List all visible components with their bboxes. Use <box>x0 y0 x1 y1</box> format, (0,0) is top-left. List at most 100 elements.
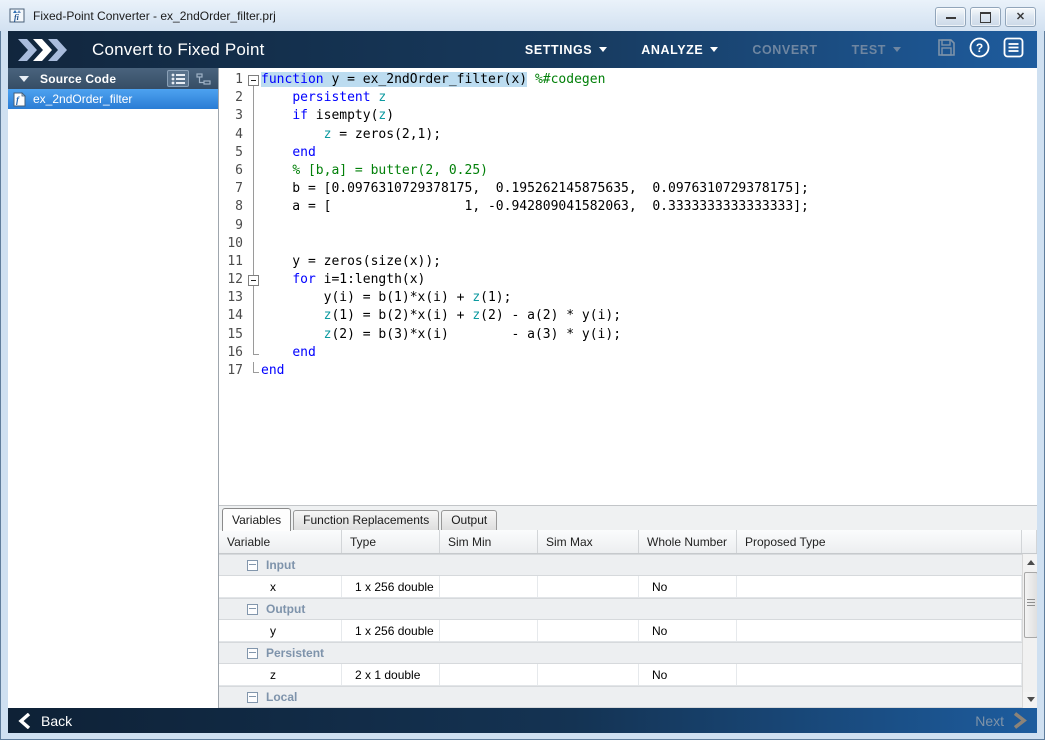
scrollbar-thumb[interactable] <box>1024 572 1037 638</box>
code-line[interactable]: 7 b = [0.0976310729378175, 0.19526214587… <box>219 180 1037 198</box>
code-line[interactable]: 17end <box>219 362 1037 380</box>
code-line[interactable]: 8 a = [ 1, -0.942809041582063, 0.3333333… <box>219 198 1037 216</box>
menu-icon[interactable] <box>1003 37 1024 63</box>
menu-analyze[interactable]: ANALYZE <box>641 43 718 57</box>
cell-proposed-type[interactable] <box>737 620 1022 641</box>
collapse-caret-icon[interactable] <box>19 76 29 82</box>
collapse-group-icon[interactable] <box>247 648 258 659</box>
fold-margin <box>246 180 261 198</box>
window-controls: ✕ <box>935 7 1036 27</box>
cell-type[interactable]: 1 x 256 double <box>342 620 440 641</box>
line-number: 17 <box>219 362 246 380</box>
cell-proposed-type[interactable] <box>737 664 1022 685</box>
cell-sim-max[interactable] <box>538 620 639 641</box>
collapse-group-icon[interactable] <box>247 692 258 703</box>
cell-value: No <box>639 668 667 682</box>
code-line[interactable]: 11 y = zeros(size(x)); <box>219 253 1037 271</box>
cell-whole-number[interactable]: No <box>639 576 737 597</box>
fold-margin <box>246 235 261 253</box>
cell-type[interactable]: 1 x 256 double <box>342 576 440 597</box>
code-line[interactable]: 12 for i=1:length(x) <box>219 271 1037 289</box>
group-row-persistent[interactable]: Persistent <box>219 642 1022 664</box>
sidebar-item-source-file[interactable]: f ex_2ndOrder_filter <box>8 89 218 109</box>
tree-view-button[interactable] <box>192 70 214 87</box>
collapse-group-icon[interactable] <box>247 604 258 615</box>
chevron-down-icon <box>710 47 718 52</box>
column-header-whole-number[interactable]: Whole Number <box>639 530 737 553</box>
group-row-input[interactable]: Input <box>219 554 1022 576</box>
cell-value: x <box>270 580 276 594</box>
cell-sim-min[interactable] <box>440 664 538 685</box>
cell-sim-min[interactable] <box>440 576 538 597</box>
cell-type[interactable]: 2 x 1 double <box>342 664 440 685</box>
column-header-type[interactable]: Type <box>342 530 440 553</box>
back-button[interactable]: Back <box>18 713 72 729</box>
line-number: 16 <box>219 344 246 362</box>
code-line[interactable]: 15 z(2) = b(3)*x(i) - a(3) * y(i); <box>219 326 1037 344</box>
fold-toggle-icon[interactable] <box>246 71 261 89</box>
menu-test: TEST <box>852 43 901 57</box>
minimize-icon <box>946 17 956 19</box>
table-row-z[interactable]: z2 x 1 double No <box>219 664 1022 686</box>
tab-output[interactable]: Output <box>441 510 497 530</box>
scroll-up-button[interactable] <box>1023 555 1037 570</box>
line-number: 2 <box>219 89 246 107</box>
fold-margin <box>246 144 261 162</box>
tab-variables[interactable]: Variables <box>222 508 291 531</box>
column-header-sim-max[interactable]: Sim Max <box>538 530 639 553</box>
code-line[interactable]: 14 z(1) = b(2)*x(i) + z(2) - a(2) * y(i)… <box>219 307 1037 325</box>
collapse-group-icon[interactable] <box>247 560 258 571</box>
panel-tabs: VariablesFunction ReplacementsOutput <box>219 505 1037 530</box>
cell-variable[interactable]: y <box>219 620 342 641</box>
group-row-output[interactable]: Output <box>219 598 1022 620</box>
cell-variable[interactable]: x <box>219 576 342 597</box>
code-text: b = [0.0976310729378175, 0.1952621458756… <box>261 180 809 198</box>
tab-function-replacements[interactable]: Function Replacements <box>293 510 439 530</box>
code-line[interactable]: 10 <box>219 235 1037 253</box>
code-line[interactable]: 13 y(i) = b(1)*x(i) + z(1); <box>219 289 1037 307</box>
column-header-proposed-type[interactable]: Proposed Type <box>737 530 1022 553</box>
code-line[interactable]: 4 z = zeros(2,1); <box>219 126 1037 144</box>
toolstrip-menus: SETTINGSANALYZECONVERTTEST <box>525 43 901 57</box>
fold-margin <box>246 107 261 125</box>
group-label: Output <box>266 602 305 616</box>
menu-settings[interactable]: SETTINGS <box>525 43 607 57</box>
code-line[interactable]: 5 end <box>219 144 1037 162</box>
back-label: Back <box>41 713 72 729</box>
save-icon[interactable] <box>937 38 956 62</box>
cell-proposed-type[interactable] <box>737 576 1022 597</box>
code-line[interactable]: 6 % [b,a] = butter(2, 0.25) <box>219 162 1037 180</box>
table-row-y[interactable]: y1 x 256 double No <box>219 620 1022 642</box>
code-line[interactable]: 9 <box>219 217 1037 235</box>
list-view-button[interactable] <box>167 70 189 87</box>
table-scrollbar[interactable] <box>1022 554 1037 708</box>
thumb-grip-icon <box>1027 599 1035 608</box>
close-button[interactable]: ✕ <box>1005 7 1036 27</box>
cell-value: 1 x 256 double <box>342 624 434 638</box>
cell-whole-number[interactable]: No <box>639 620 737 641</box>
cell-whole-number[interactable]: No <box>639 664 737 685</box>
arrow-down-icon <box>1027 697 1035 702</box>
code-line[interactable]: 16 end <box>219 344 1037 362</box>
code-line[interactable]: 3 if isempty(z) <box>219 107 1037 125</box>
cell-variable[interactable]: z <box>219 664 342 685</box>
column-header-sim-min[interactable]: Sim Min <box>440 530 538 553</box>
cell-sim-min[interactable] <box>440 620 538 641</box>
fold-toggle-icon[interactable] <box>246 271 261 289</box>
code-line[interactable]: 2 persistent z <box>219 89 1037 107</box>
next-button[interactable]: Next <box>975 712 1027 729</box>
help-icon[interactable]: ? <box>969 37 990 63</box>
scroll-down-button[interactable] <box>1023 692 1037 707</box>
sidebar-header[interactable]: Source Code <box>8 68 218 89</box>
cell-sim-max[interactable] <box>538 664 639 685</box>
code-text: y(i) = b(1)*x(i) + z(1); <box>261 289 511 307</box>
chevron-down-icon <box>599 47 607 52</box>
table-row-x[interactable]: x 1 x 256 double No <box>219 576 1022 598</box>
group-row-local[interactable]: Local <box>219 686 1022 708</box>
code-editor[interactable]: 1function y = ex_2ndOrder_filter(x) %#co… <box>219 68 1037 508</box>
cell-sim-max[interactable] <box>538 576 639 597</box>
maximize-button[interactable] <box>970 7 1001 27</box>
code-line[interactable]: 1function y = ex_2ndOrder_filter(x) %#co… <box>219 71 1037 89</box>
minimize-button[interactable] <box>935 7 966 27</box>
column-header-variable[interactable]: Variable <box>219 530 342 553</box>
